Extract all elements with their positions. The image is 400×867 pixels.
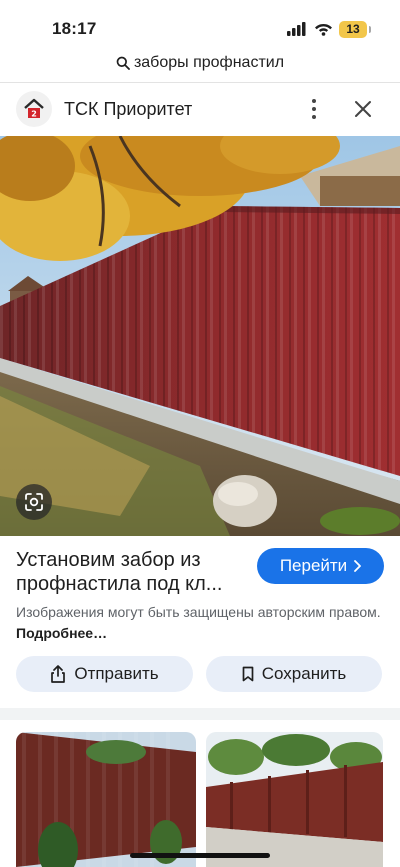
share-icon xyxy=(51,665,66,683)
more-vert-icon[interactable] xyxy=(304,96,324,122)
home-indicator xyxy=(130,853,270,858)
status-time: 18:17 xyxy=(52,19,97,38)
search-query-text: заборы профнастил xyxy=(133,54,285,71)
share-button[interactable]: Отправить xyxy=(16,656,193,692)
site-header: 2 ТСК Приоритет xyxy=(0,84,400,136)
svg-text:2: 2 xyxy=(31,110,37,119)
share-label: Отправить xyxy=(74,664,159,683)
search-icon xyxy=(116,56,130,70)
copyright-notice: Изображения могут быть защищены авторски… xyxy=(16,602,384,644)
lens-icon[interactable] xyxy=(16,484,52,520)
visit-button-label: Перейти xyxy=(279,556,348,575)
chevron-right-icon xyxy=(354,560,362,572)
wifi-icon xyxy=(315,24,332,36)
copyright-text: Изображения могут быть защищены авторски… xyxy=(16,604,381,620)
section-separator xyxy=(0,708,400,720)
save-button[interactable]: Сохранить xyxy=(206,656,382,692)
header-divider xyxy=(0,82,400,83)
battery-indicator: 13 xyxy=(339,21,367,38)
search-query-bar[interactable]: заборы профнастил xyxy=(0,50,400,82)
close-icon[interactable] xyxy=(350,96,376,122)
related-image[interactable] xyxy=(16,732,196,867)
bookmark-icon xyxy=(242,666,254,682)
save-label: Сохранить xyxy=(261,664,347,683)
cellular-signal-icon xyxy=(287,22,306,36)
visit-button[interactable]: Перейти xyxy=(257,548,384,584)
result-title[interactable]: Установим забор из профнастила под кл... xyxy=(16,548,248,596)
site-name[interactable]: ТСК Приоритет xyxy=(64,99,192,120)
battery-cap xyxy=(369,26,371,33)
more-link[interactable]: Подробнее… xyxy=(16,625,107,641)
house-logo-icon[interactable]: 2 xyxy=(16,91,52,127)
result-image[interactable] xyxy=(0,136,400,536)
related-image[interactable] xyxy=(206,732,383,867)
